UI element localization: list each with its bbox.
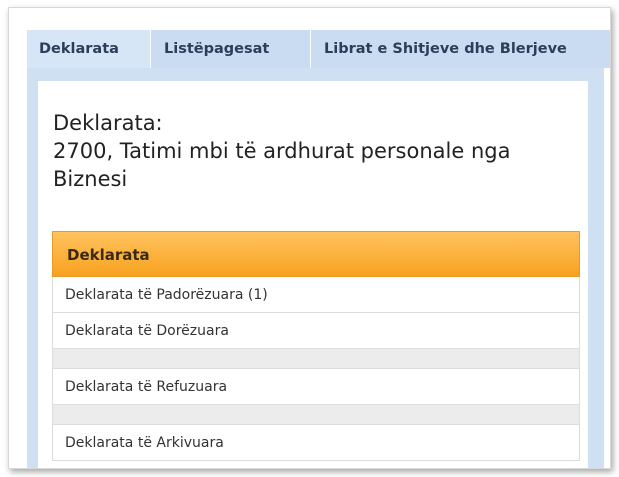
- page-title: Deklarata: 2700, Tatimi mbi të ardhurat …: [53, 109, 573, 193]
- group-header: Deklarata: [52, 231, 580, 277]
- title-line-3: Biznesi: [53, 167, 128, 191]
- tab-bar: Deklarata Listëpagesat Librat e Shitjeve…: [9, 8, 610, 68]
- link-archived-declarations[interactable]: Deklarata të Arkivuara: [52, 425, 580, 461]
- tab-librat-shitjeve-blerjeve[interactable]: Librat e Shitjeve dhe Blerjeve: [312, 30, 610, 68]
- window: Deklarata Listëpagesat Librat e Shitjeve…: [8, 7, 611, 469]
- row-separator: [52, 405, 580, 425]
- declarations-group: Deklarata Deklarata të Padorëzuara (1) D…: [52, 231, 580, 461]
- link-unsubmitted-declarations[interactable]: Deklarata të Padorëzuara (1): [52, 277, 580, 313]
- tab-listepagesat[interactable]: Listëpagesat: [152, 30, 311, 68]
- title-line-1: Deklarata:: [53, 111, 163, 135]
- content-panel: Deklarata: 2700, Tatimi mbi të ardhurat …: [27, 68, 604, 468]
- link-rejected-declarations[interactable]: Deklarata të Refuzuara: [52, 369, 580, 405]
- row-separator: [52, 349, 580, 369]
- tab-deklarata[interactable]: Deklarata: [27, 30, 151, 68]
- link-submitted-declarations[interactable]: Deklarata të Dorëzuara: [52, 313, 580, 349]
- title-line-2: 2700, Tatimi mbi të ardhurat personale n…: [53, 139, 511, 163]
- content-area: Deklarata: 2700, Tatimi mbi të ardhurat …: [38, 81, 588, 468]
